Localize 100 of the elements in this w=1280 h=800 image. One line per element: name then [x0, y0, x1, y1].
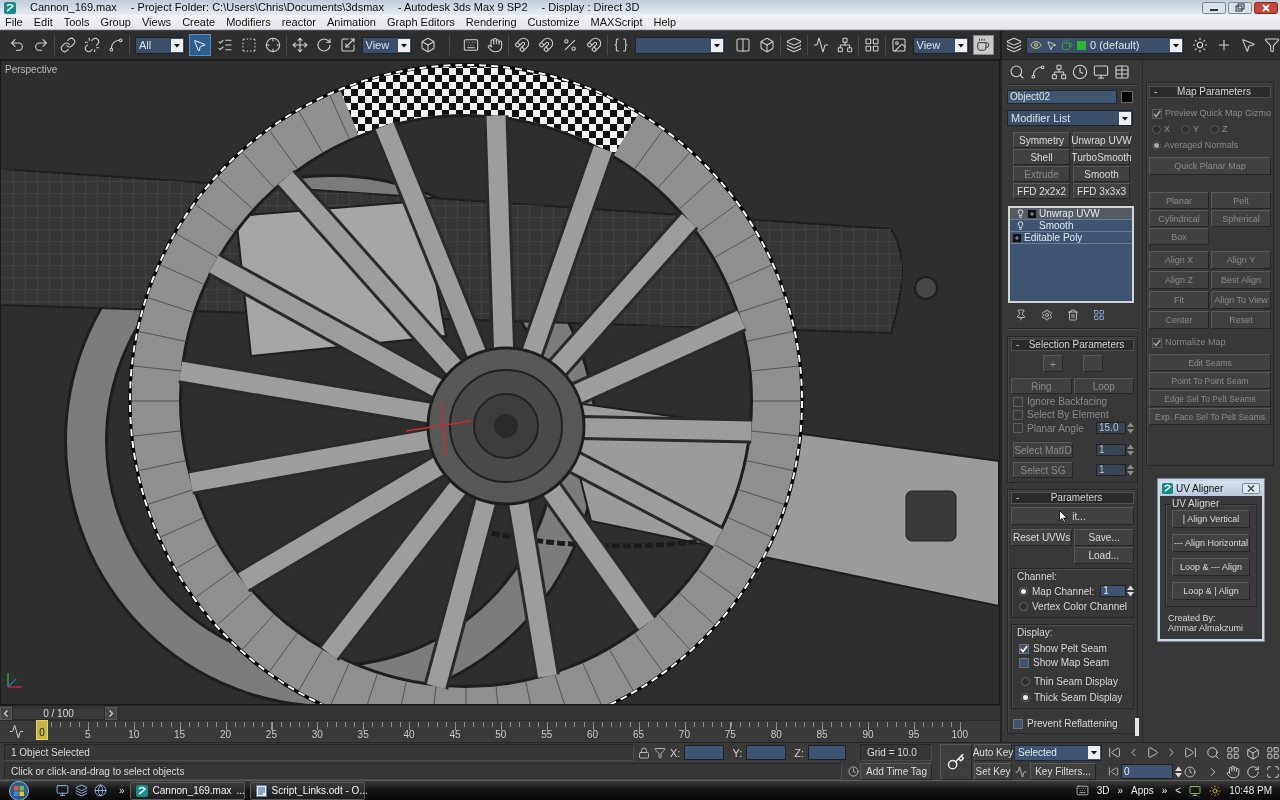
coordinate-field[interactable] — [746, 745, 787, 760]
sun-icon[interactable] — [1209, 784, 1222, 797]
image-icon[interactable] — [890, 37, 907, 53]
taskbar-button[interactable]: Cannon_169.max ... — [129, 781, 245, 800]
grid-icon[interactable] — [1093, 309, 1105, 321]
key-mode-dropdown[interactable]: Selected — [1014, 744, 1102, 761]
skip-forward-icon[interactable] — [1184, 746, 1197, 759]
maximize-icon[interactable] — [1266, 764, 1280, 779]
align-button[interactable]: Loop & | Align — [1172, 582, 1250, 600]
plus-icon[interactable] — [1216, 37, 1232, 53]
pointer-icon[interactable] — [1240, 37, 1256, 53]
table-icon[interactable] — [1114, 64, 1130, 80]
minimize-button[interactable] — [1202, 1, 1226, 14]
menu-item[interactable]: Customize — [522, 15, 586, 29]
menu-item[interactable]: Modifiers — [221, 15, 277, 29]
checkbox[interactable] — [1019, 643, 1029, 654]
tray-text[interactable]: < — [1175, 785, 1182, 796]
time-slider-track[interactable]: 0 / 100 — [0, 707, 1000, 720]
save-button[interactable]: Save... — [1074, 529, 1134, 546]
modifier-button[interactable]: Smooth — [1073, 166, 1130, 182]
spline-icon[interactable] — [108, 37, 124, 53]
named-selection-dropdown[interactable] — [634, 36, 725, 54]
collapse-toggle[interactable]: - — [1016, 493, 1024, 503]
more-icons[interactable]: » — [119, 785, 125, 796]
radio-button[interactable] — [1021, 677, 1030, 686]
menu-item[interactable]: Group — [95, 15, 137, 29]
time-slider-thumb[interactable]: 0 / 100 — [12, 707, 105, 720]
hierarchy-icon[interactable] — [1051, 64, 1067, 80]
lightbulb-icon[interactable] — [1016, 209, 1025, 218]
lock-icon[interactable] — [638, 746, 650, 759]
restore-button[interactable] — [1228, 1, 1252, 14]
expand-icon[interactable] — [1028, 209, 1036, 218]
modifier-button[interactable]: Shell — [1013, 149, 1070, 165]
rotate-icon[interactable] — [315, 37, 332, 53]
magnet-icon[interactable] — [585, 37, 602, 53]
spinner-arrows-icon[interactable] — [1127, 585, 1135, 597]
layers-icon[interactable] — [75, 784, 88, 797]
tray-text[interactable]: Apps — [1131, 785, 1154, 796]
funnel-icon[interactable] — [654, 746, 666, 759]
monitor-icon[interactable] — [56, 784, 69, 797]
edit-button[interactable]: it... — [1011, 507, 1134, 525]
checklist-icon[interactable] — [216, 37, 233, 53]
pulse-line-icon[interactable] — [9, 724, 24, 739]
grid-icon[interactable] — [1226, 745, 1240, 760]
modifier-button[interactable]: FFD 3x3x3 — [1073, 183, 1130, 199]
menu-item[interactable]: Animation — [322, 15, 382, 29]
viewport[interactable]: Perspective — [0, 60, 1000, 705]
zoom-icon[interactable] — [1206, 745, 1220, 760]
unlink-icon[interactable] — [84, 37, 100, 53]
clock-icon[interactable] — [848, 766, 859, 777]
menu-item[interactable]: MAXScript — [585, 15, 649, 29]
magnet-icon[interactable] — [537, 37, 554, 53]
spinner-arrows-icon[interactable] — [1175, 765, 1182, 778]
layer-dropdown[interactable]: 0 (default) — [1026, 36, 1184, 54]
clock-icon[interactable] — [1184, 765, 1196, 778]
hand-icon[interactable] — [486, 37, 503, 53]
taskbar-button[interactable]: Script_Links.odt - O... — [249, 781, 365, 800]
skip-back-icon[interactable] — [1108, 766, 1119, 777]
reset-uvws-button[interactable]: Reset UVWs — [1011, 529, 1073, 546]
load-button[interactable]: Load... — [1073, 547, 1134, 564]
scrollbar-thumb[interactable] — [1135, 718, 1139, 736]
eye-icon[interactable] — [1030, 39, 1042, 51]
radio-button[interactable] — [1019, 602, 1028, 611]
checkbox[interactable] — [1013, 718, 1023, 729]
play-icon[interactable] — [1146, 746, 1159, 759]
braces-icon[interactable] — [612, 37, 629, 53]
redo-icon[interactable] — [33, 37, 49, 53]
close-button[interactable] — [1254, 1, 1278, 14]
pulse-line-icon[interactable] — [1015, 765, 1027, 778]
curve-icon[interactable] — [1030, 64, 1046, 80]
menu-item[interactable]: Graph Editors — [381, 15, 461, 29]
orbit-icon[interactable] — [1246, 764, 1260, 779]
menu-item[interactable]: Help — [648, 15, 683, 29]
pan-icon[interactable] — [1226, 764, 1240, 779]
layers-icon[interactable] — [1006, 37, 1022, 53]
menu-item[interactable]: Views — [136, 15, 178, 29]
selection-filter-dropdown[interactable]: All — [135, 36, 185, 54]
menu-item[interactable]: Tools — [58, 15, 96, 29]
object-name-field[interactable]: Object02 — [1007, 90, 1117, 104]
trash-icon[interactable] — [1067, 309, 1079, 321]
dashed-square-icon[interactable] — [240, 37, 257, 53]
monitor-icon[interactable] — [1189, 784, 1202, 797]
layers-icon[interactable] — [785, 37, 802, 53]
clock-icon[interactable] — [1072, 64, 1088, 80]
tray-text[interactable]: » — [1117, 785, 1123, 796]
align-button[interactable]: Loop & --- Align — [1172, 558, 1250, 576]
checkbox[interactable] — [1019, 657, 1029, 668]
skip-back-icon[interactable] — [1108, 746, 1121, 759]
scale-icon[interactable] — [339, 37, 356, 53]
radio-button[interactable] — [1019, 586, 1028, 596]
undo-icon[interactable] — [9, 37, 25, 53]
grid-icon[interactable] — [1266, 745, 1280, 760]
menu-item[interactable]: reactor — [276, 15, 323, 29]
modifier-button[interactable]: Unwrap UVW — [1073, 132, 1130, 148]
modifier-button[interactable]: Symmetry — [1013, 132, 1070, 148]
align-button[interactable]: | Align Vertical — [1172, 510, 1250, 528]
keyboard-icon[interactable] — [462, 37, 479, 53]
menu-item[interactable]: Create — [177, 15, 222, 29]
key-filters-button[interactable]: Key Filters... — [1030, 763, 1096, 780]
grid-icon[interactable] — [863, 37, 880, 53]
